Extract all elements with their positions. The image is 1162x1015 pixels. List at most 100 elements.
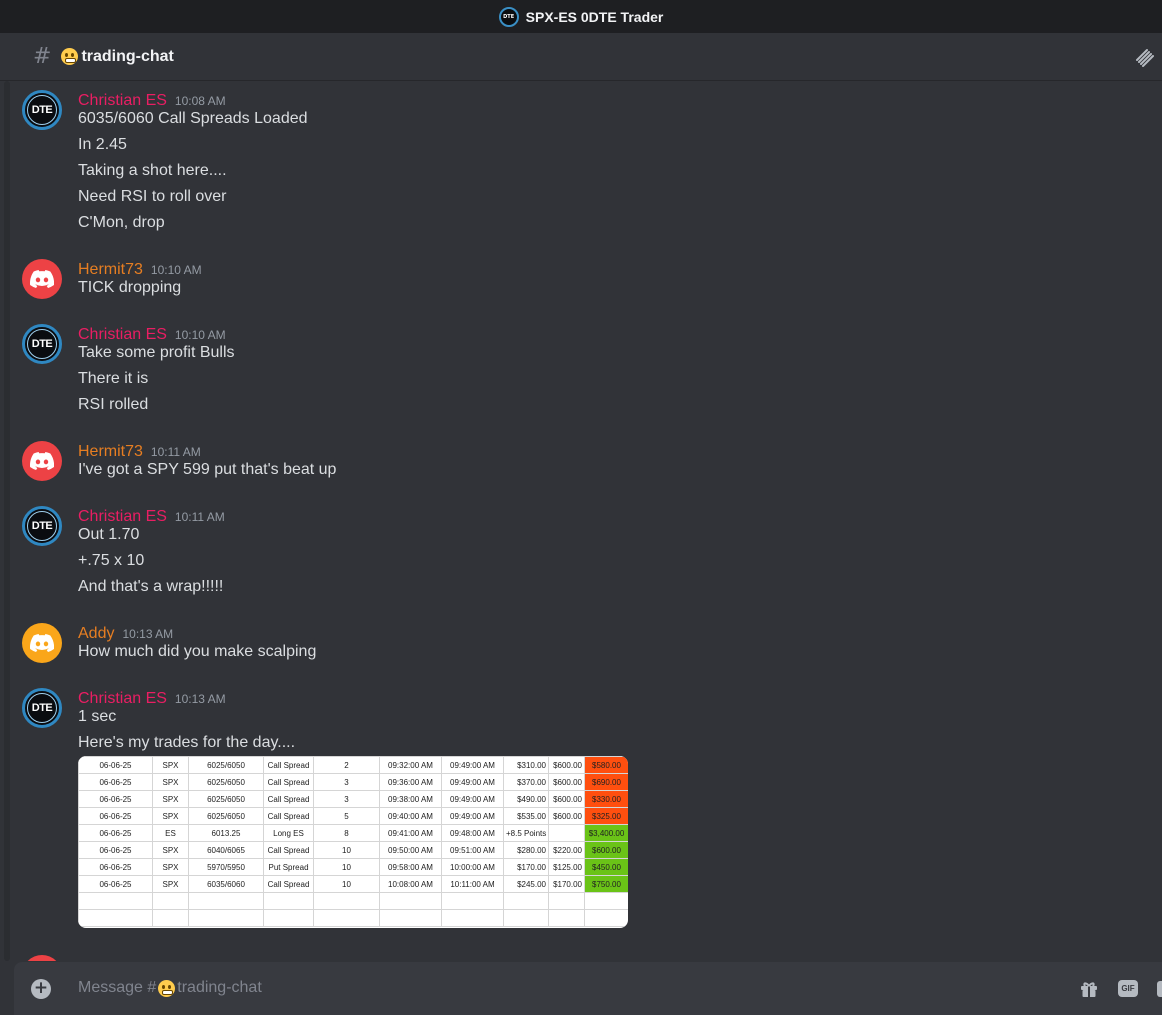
table-row: 06-06-25 SPX 6025/6050 Call Spread 3 09:36:00… [78, 773, 628, 791]
table-cell: $600.00 [548, 773, 585, 791]
message-text: +.75 x 10 [78, 552, 145, 569]
table-cell: $220.00 [548, 841, 585, 859]
table-cell: 6025/6050 [188, 773, 264, 791]
channel-header: # trading-chat [0, 33, 1162, 81]
table-cell: 06-06-25 [78, 875, 153, 893]
table-cell: 06-06-25 [78, 858, 153, 876]
username[interactable]: Addy [78, 625, 114, 643]
table-cell [441, 909, 504, 927]
table-cell: 10 [313, 841, 380, 859]
username[interactable]: Christian ES [78, 326, 167, 344]
table-cell: 09:32:00 AM [379, 756, 442, 774]
sticker-icon[interactable] [1157, 981, 1162, 997]
trades-spreadsheet-image[interactable]: 06-06-25 SPX 6025/6050 Call Spread 2 09:32:00… [78, 756, 628, 928]
table-cell: $280.00 [503, 841, 549, 859]
table-cell: $690.00 [584, 773, 628, 791]
table-row: 06-06-25 SPX 6025/6050 Call Spread 2 09:32:00… [78, 756, 628, 774]
timestamp: 10:13 AM [174, 692, 226, 706]
table-cell: 09:40:00 AM [379, 807, 442, 825]
table-row: 06-06-25 SPX 6040/6065 Call Spread 10 09:50:0… [78, 841, 628, 859]
table-cell: 06-06-25 [78, 841, 153, 859]
add-attachment-button[interactable]: + [31, 979, 51, 999]
table-cell [263, 909, 314, 927]
username[interactable]: Christian ES [78, 92, 167, 110]
table-row: 06-06-25 ES 6013.25 Long ES 8 09:41:00 AM 09:4… [78, 824, 628, 842]
table-cell: 09:49:00 AM [441, 807, 504, 825]
username[interactable]: Christian ES [78, 508, 167, 526]
grinning-emoji [61, 48, 79, 65]
username[interactable]: Hermit73 [78, 443, 143, 461]
message-text: Out 1.70 [78, 526, 140, 543]
message-text: Taking a shot here.... [78, 162, 227, 179]
table-cell: $3,400.00 [584, 824, 628, 842]
table-cell [263, 892, 314, 910]
placeholder-prefix: Message # [78, 979, 157, 996]
message-group: DTE Christian ES 10:13 AM 1 sec Here's m… [0, 684, 1162, 934]
discord-logo-icon [30, 634, 54, 652]
gif-button[interactable]: GIF [1118, 980, 1138, 997]
table-cell: $450.00 [584, 858, 628, 876]
table-cell: SPX [152, 875, 189, 893]
table-row: 06-06-25 SPX 6025/6050 Call Spread 3 09:38:00… [78, 790, 628, 808]
avatar[interactable]: DTE [22, 688, 62, 728]
message-text: RSI rolled [78, 396, 149, 413]
message-input[interactable]: Message # trading-chat [78, 979, 262, 997]
table-cell: 6040/6065 [188, 841, 264, 859]
table-cell: 09:51:00 AM [441, 841, 504, 859]
table-cell: $535.00 [503, 807, 549, 825]
avatar[interactable]: DTE [22, 506, 62, 546]
table-cell: Call Spread [263, 773, 314, 791]
table-cell: 6013.25 [188, 824, 264, 842]
message-group: Hermit73 10:10 AM TICK dropping [0, 255, 1162, 305]
table-cell: $330.00 [584, 790, 628, 808]
table-cell: 09:36:00 AM [379, 773, 442, 791]
gift-icon[interactable] [1079, 979, 1099, 999]
message-text: C'Mon, drop [78, 214, 165, 231]
table-cell [188, 909, 264, 927]
table-cell [548, 892, 585, 910]
discord-logo-icon [30, 270, 54, 288]
avatar[interactable]: DTE [22, 324, 62, 364]
table-cell: 09:58:00 AM [379, 858, 442, 876]
table-cell: SPX [152, 858, 189, 876]
table-cell: SPX [152, 807, 189, 825]
table-cell [313, 892, 380, 910]
message-list: DTE Christian ES 10:08 AM 6035/6060 Call… [0, 81, 1162, 961]
table-cell [584, 909, 628, 927]
table-row: 06-06-25 SPX 6025/6050 Call Spread 5 09:40:00… [78, 807, 628, 825]
table-cell: Call Spread [263, 875, 314, 893]
username[interactable]: Hermit73 [78, 261, 143, 279]
table-cell: SPX [152, 790, 189, 808]
avatar[interactable] [22, 259, 62, 299]
table-cell: 09:49:00 AM [441, 756, 504, 774]
table-cell: 10 [313, 875, 380, 893]
message-group: DTE Christian ES 10:08 AM 6035/6060 Call… [0, 86, 1162, 246]
table-cell: 09:41:00 AM [379, 824, 442, 842]
table-cell: 3 [313, 773, 380, 791]
message-composer[interactable]: + Message # trading-chat GIF [14, 962, 1162, 1015]
timestamp: 10:10 AM [150, 263, 202, 277]
table-cell: 10:11:00 AM [441, 875, 504, 893]
table-cell: 09:50:00 AM [379, 841, 442, 859]
table-cell: 09:48:00 AM [441, 824, 504, 842]
trades-table: 06-06-25 SPX 6025/6050 Call Spread 2 09:32:00… [78, 756, 628, 927]
table-row-empty [78, 909, 628, 927]
username[interactable]: Christian ES [78, 690, 167, 708]
timestamp: 10:08 AM [174, 94, 226, 108]
message-text: In 2.45 [78, 136, 127, 153]
avatar[interactable]: DTE [22, 90, 62, 130]
table-cell: 8 [313, 824, 380, 842]
timestamp: 10:10 AM [174, 328, 226, 342]
threads-icon[interactable] [1134, 47, 1154, 67]
avatar[interactable] [22, 623, 62, 663]
avatar[interactable] [22, 441, 62, 481]
table-cell: Call Spread [263, 756, 314, 774]
table-cell: ES [152, 824, 189, 842]
table-cell: SPX [152, 773, 189, 791]
hash-icon: # [33, 44, 52, 69]
table-cell: Long ES [263, 824, 314, 842]
table-cell: 5 [313, 807, 380, 825]
table-cell: 6025/6050 [188, 807, 264, 825]
table-cell [548, 824, 585, 842]
avatar[interactable] [22, 955, 62, 961]
